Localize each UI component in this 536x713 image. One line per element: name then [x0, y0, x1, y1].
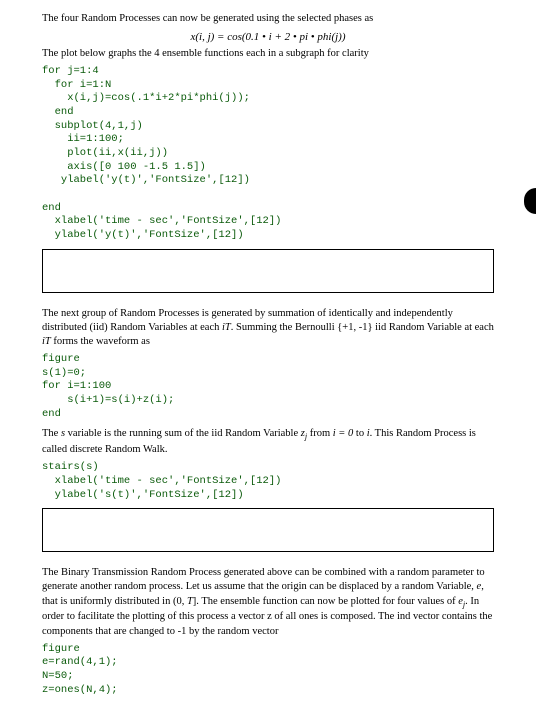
paragraph-intro: The four Random Processes can now be gen… [42, 12, 494, 26]
text-it: iT [222, 322, 231, 333]
text: ]. The ensemble function can now be plot… [193, 596, 458, 607]
text: to [353, 428, 366, 439]
paragraph-plot-note: The plot below graphs the 4 ensemble fun… [42, 47, 494, 61]
placeholder-box-2 [42, 508, 494, 552]
code-block-3: stairs(s) xlabel('time - sec','FontSize'… [42, 461, 494, 502]
paragraph-iid: The next group of Random Processes is ge… [42, 307, 494, 350]
document-page: The four Random Processes can now be gen… [0, 0, 536, 713]
text: . Summing the Bernoulli {+1, -1} iid Ran… [231, 322, 494, 333]
paragraph-randomwalk: The s variable is the running sum of the… [42, 427, 494, 457]
code-block-2: figure s(1)=0; for i=1:100 s(i+1)=s(i)+z… [42, 353, 494, 421]
text: The [42, 428, 61, 439]
text-i0: i = 0 [333, 428, 354, 439]
paragraph-binary: The Binary Transmission Random Process g… [42, 566, 494, 639]
text-it: iT [42, 336, 51, 347]
placeholder-box-1 [42, 249, 494, 293]
text: variable is the running sum of the iid R… [65, 428, 301, 439]
text: forms the waveform as [51, 336, 150, 347]
code-block-1: for j=1:4 for i=1:N x(i,j)=cos(.1*i+2*pi… [42, 65, 494, 242]
text: from [307, 428, 333, 439]
code-block-4: figure e=rand(4,1); N=50; z=ones(N,4); [42, 643, 494, 698]
text: The Binary Transmission Random Process g… [42, 567, 485, 592]
formula-x: x(i, j) = cos(0.1 • i + 2 • pi • phi(j)) [42, 30, 494, 45]
